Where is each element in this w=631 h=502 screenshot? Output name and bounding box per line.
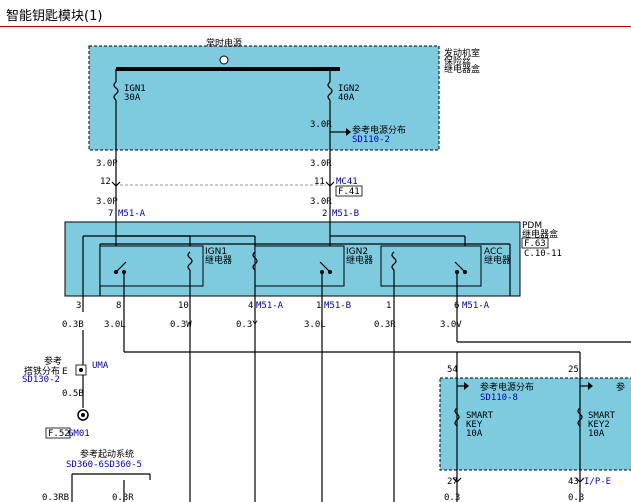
ref-power-right-code: SD110-8 [480,393,518,403]
pdm-conn-b: M51-B [332,209,359,219]
wire-3-0r-b: 3.0R [310,159,332,169]
ground-code: SD130-2 [22,375,60,385]
start-system-code1: SD360-6 [66,460,104,470]
start-system-label: 参考起动系统 [80,448,134,460]
ref-power-right-partial: 参 [616,381,625,393]
pin-27: 27 [447,477,458,487]
fuse-smart-key2-rating: 10A [588,429,605,439]
wire-0-3b: 0.3B [62,320,84,330]
fuse-ign1-rating: 30A [124,93,141,103]
relay-ign1 [99,245,204,287]
constant-power-label: 常时电源 [206,37,242,49]
right-wire2: 0.3 [568,493,584,502]
start-wire2: 0.3R [112,493,134,502]
start-wire1: 0.3RB [42,493,69,502]
pdm-pin7: 7 [108,209,113,219]
wire-3-0v: 3.0V [440,320,462,330]
wire-0-3w: 0.3W [170,320,192,330]
start-system-code2: SD360-5 [104,460,142,470]
power-node [219,55,229,65]
pin-6-conn: M51-A [462,301,490,311]
pin-10: 10 [178,301,189,311]
ground-wire: 0.5B [62,389,84,399]
wire-3-0p-b: 3.0P [96,197,118,207]
fuse-smart-key-rating: 10A [466,429,483,439]
pdm-pin2: 2 [322,209,327,219]
relay-ign1-label: 继电器 [205,254,232,266]
fuse-ign2-rating: 40A [338,93,355,103]
relay-ign2-label: 继电器 [346,254,373,266]
wiring-diagram: 常时电源 发动机室 保险丝 继电器盒 IGN1 30A IGN2 40A 3.0… [22,37,631,502]
wire-3-0p-a: 3.0P [96,159,118,169]
mc41-page: F.41 [338,187,360,197]
wire-0-3r: 0.3R [374,320,396,330]
pin-25: 25 [568,365,579,375]
pin-8: 8 [116,301,121,311]
ground-gm01: GM01 [68,429,90,439]
pin-1a: 1 [316,301,321,311]
pin-54: 54 [447,365,458,375]
ref-power-top-code: SD110-2 [352,135,390,145]
mc41-name: MC41 [336,177,358,187]
pin-1b: 1 [386,301,391,311]
pin-1a-conn: M51-B [324,301,351,311]
relay-acc [380,245,482,287]
wire-3-0l-a: 3.0L [104,320,126,330]
ground-overlap: E [62,367,68,377]
pdm-ref: C.10-11 [524,249,562,259]
right-conn: I/P-E [584,477,611,487]
ground-uma: UMA [92,361,109,371]
wire-3-0r-a: 3.0R [310,120,332,130]
ref-power-right-label: 参考电源分布 [480,381,534,393]
pdm-conn-a: M51-A [118,209,146,219]
pin-4-conn: M51-A [256,301,284,311]
pdm-page: F.63 [524,239,546,249]
relay-ign2 [254,245,345,287]
mc41-pin12: 12 [100,177,111,187]
engine-room-label2: 继电器盒 [444,63,480,75]
pin-43: 43 [568,477,579,487]
ground-page: F.52 [48,429,70,439]
ground-ref: 参考 [44,355,62,367]
pin-4: 4 [248,301,253,311]
right-wire1: 0.3 [444,493,460,502]
wire-3-0r-c: 3.0R [310,197,332,207]
relay-acc-label: 继电器 [484,254,511,266]
pin-3: 3 [76,301,81,311]
